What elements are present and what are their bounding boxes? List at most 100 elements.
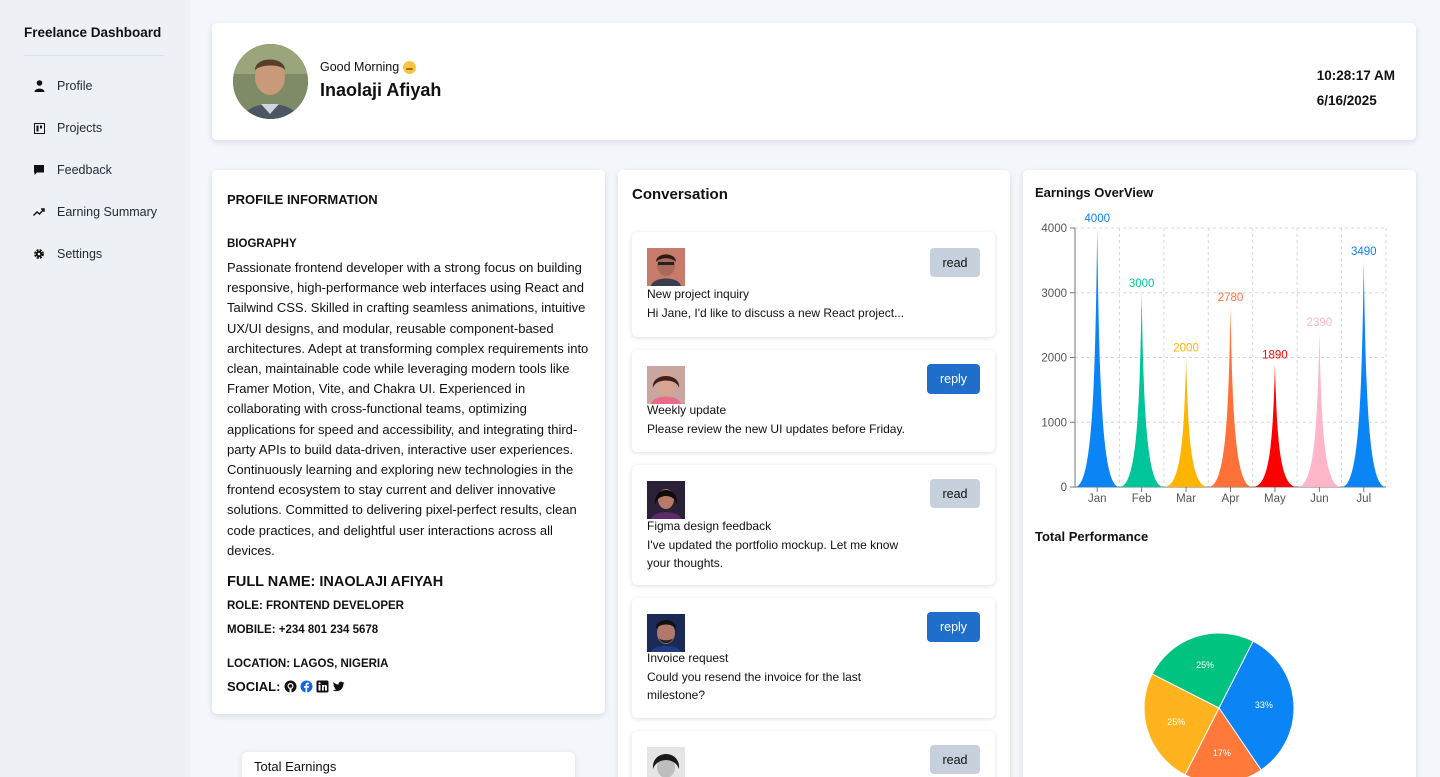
message-card[interactable]: Invoice request Could you resend the inv…: [632, 598, 995, 718]
message-subject: New project inquiry: [647, 287, 750, 301]
sidebar-item-profile[interactable]: Profile: [33, 75, 92, 97]
message-body: Could you resend the invoice for the las…: [647, 670, 862, 702]
x-tick-label: Jan: [1088, 493, 1107, 505]
y-tick-label: 3000: [1041, 288, 1067, 300]
message-card[interactable]: read: [632, 731, 995, 777]
x-tick-label: Jul: [1356, 493, 1371, 505]
reply-button[interactable]: reply: [927, 612, 980, 642]
location: LOCATION: LAGOS, NIGERIA: [227, 658, 389, 670]
github-icon[interactable]: [284, 680, 297, 693]
message-card[interactable]: New project inquiry Hi Jane, I'd like to…: [632, 232, 995, 337]
read-button[interactable]: read: [930, 248, 980, 277]
chart-peak-apr: [1208, 306, 1253, 488]
header-card: Good Morning Inaolaji Afiyah 10:28:17 AM…: [212, 23, 1416, 140]
data-label: 4000: [1084, 213, 1110, 225]
pie-slice-label: 17%: [1213, 748, 1231, 758]
social-label: SOCIAL:: [227, 679, 281, 694]
data-label: 2390: [1307, 317, 1333, 329]
sender-avatar: [647, 366, 685, 404]
pie-slice-label: 25%: [1167, 717, 1185, 727]
brand-title: Freelance Dashboard: [24, 25, 162, 40]
x-tick-label: Mar: [1176, 493, 1196, 505]
data-label: 2000: [1173, 343, 1199, 355]
social-links: SOCIAL:: [227, 679, 345, 694]
data-label: 3000: [1129, 278, 1155, 290]
sidebar-item-label: Profile: [57, 79, 93, 93]
facebook-icon[interactable]: [300, 680, 313, 693]
sidebar-item-label: Projects: [57, 121, 103, 135]
sidebar-item-label: Settings: [57, 247, 103, 261]
projects-icon: [33, 122, 45, 134]
greeting-text: Good Morning: [320, 60, 400, 74]
x-tick-label: Jun: [1310, 493, 1329, 505]
message-card[interactable]: Weekly update Please review the new UI u…: [632, 350, 995, 452]
sender-avatar: [647, 481, 685, 519]
sidebar-item-earning-summary[interactable]: Earning Summary: [33, 201, 157, 223]
pie-slice-label: 25%: [1196, 660, 1214, 670]
charts-panel: Earnings OverView 0 1000 2000 3000 4000 4000 J…: [1023, 170, 1416, 777]
current-time: 10:28:17 AM: [1316, 68, 1395, 83]
current-date: 6/16/2025: [1316, 93, 1377, 108]
y-tick-label: 1000: [1041, 417, 1067, 429]
sidebar-item-label: Earning Summary: [57, 205, 158, 219]
bio-title: BIOGRAPHY: [227, 238, 297, 250]
sidebar-item-feedback[interactable]: Feedback: [33, 159, 112, 181]
y-tick-label: 0: [1061, 482, 1067, 494]
conversation-panel: Conversation New project inquiry Hi Jane…: [618, 170, 1010, 777]
user-icon: [33, 80, 45, 92]
trend-icon: [33, 206, 45, 218]
read-button[interactable]: read: [930, 479, 980, 508]
chart-peak-feb: [1119, 292, 1164, 487]
message-subject: Figma design feedback: [647, 519, 772, 533]
chart-peak-may: [1252, 364, 1298, 487]
performance-title: Total Performance: [1035, 529, 1149, 544]
section-title: PROFILE INFORMATION: [227, 192, 378, 207]
y-tick-label: 4000: [1041, 223, 1067, 235]
profile-card: PROFILE INFORMATION BIOGRAPHY Passionate…: [212, 170, 605, 714]
data-label: 2780: [1218, 292, 1244, 304]
pie-slice-label: 33%: [1255, 700, 1273, 710]
x-tick-label: May: [1264, 493, 1286, 505]
performance-pie-chart: 33% 17% 25% 25%: [1143, 632, 1295, 777]
x-tick-label: Feb: [1132, 493, 1152, 505]
sidebar: Freelance Dashboard Profile Projects Fee…: [0, 0, 190, 777]
user-name: Inaolaji Afiyah: [320, 80, 442, 100]
earnings-overview-title: Earnings OverView: [1035, 185, 1154, 200]
sender-avatar: [647, 747, 685, 777]
smiley-icon: [403, 60, 417, 74]
linkedin-icon[interactable]: [316, 680, 329, 693]
twitter-icon[interactable]: [332, 680, 345, 693]
reply-button[interactable]: reply: [927, 364, 980, 394]
message-subject: Invoice request: [647, 651, 729, 665]
message-subject: Weekly update: [647, 403, 727, 417]
data-label: 1890: [1262, 350, 1288, 362]
gear-icon: [33, 248, 45, 260]
chart-peak-jun: [1297, 332, 1342, 487]
sender-avatar: [647, 614, 685, 652]
sidebar-item-settings[interactable]: Settings: [33, 243, 102, 265]
sidebar-item-label: Feedback: [57, 163, 112, 177]
message-body: Hi Jane, I'd like to discuss a new React…: [647, 306, 905, 320]
y-tick-label: 2000: [1041, 353, 1067, 365]
message-body: Please review the new UI updates before …: [647, 422, 905, 436]
divider: [24, 55, 164, 56]
data-label: 3490: [1351, 246, 1377, 258]
full-name: FULL NAME: INAOLAJI AFIYAH: [227, 574, 444, 590]
role: ROLE: FRONTEND DEVELOPER: [227, 600, 404, 612]
mobile: MOBILE: +234 801 234 5678: [227, 624, 379, 636]
bio-text: Passionate frontend developer with a str…: [227, 260, 589, 558]
sidebar-item-projects[interactable]: Projects: [33, 117, 102, 139]
total-earnings-card: Total Earnings: [242, 752, 575, 777]
sender-avatar: [647, 248, 685, 286]
message-body: I've updated the portfolio mockup. Let m…: [647, 538, 899, 570]
message-card[interactable]: Figma design feedback I've updated the p…: [632, 465, 995, 585]
greeting: Good Morning: [320, 60, 417, 74]
x-tick-label: Apr: [1222, 493, 1240, 505]
total-earnings-label: Total Earnings: [254, 759, 337, 774]
avatar: [233, 44, 308, 119]
conversation-title: Conversation: [632, 186, 728, 203]
clock: 10:28:17 AM 6/16/2025: [1317, 63, 1395, 113]
read-button[interactable]: read: [930, 745, 980, 774]
chat-icon: [33, 164, 45, 176]
chart-peak-jul: [1341, 261, 1386, 487]
